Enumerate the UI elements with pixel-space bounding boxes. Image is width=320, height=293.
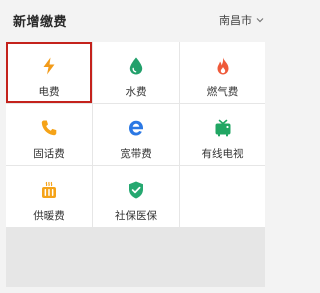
grid-item-landline[interactable]: 固话费 <box>6 104 92 165</box>
city-selector[interactable]: 南昌市 <box>219 12 264 28</box>
grid-item-label: 固话费 <box>33 148 65 160</box>
grid-item-label: 燃气费 <box>206 86 239 98</box>
shield-check-icon <box>126 180 146 200</box>
grid-item-water[interactable]: 水费 <box>93 42 179 103</box>
grid-item-label: 宽带费 <box>120 148 152 160</box>
grid-item-label: 电费 <box>38 86 60 98</box>
grid-item-electricity[interactable]: 电费 <box>6 42 92 103</box>
heater-icon <box>39 180 59 200</box>
water-drop-icon <box>126 56 146 76</box>
lightning-icon <box>39 56 59 76</box>
chevron-down-icon <box>256 16 264 24</box>
grid-item-cable-tv[interactable]: 有线电视 <box>180 104 265 165</box>
header: 新增缴费 南昌市 <box>0 0 270 40</box>
payment-grid: 电费 水费 燃气费 固话费 宽带费 有线电视 供暖费 社保医保 <box>6 42 265 287</box>
grid-item-label: 有线电视 <box>201 148 244 160</box>
grid-item-social-insurance[interactable]: 社保医保 <box>93 166 179 227</box>
browser-e-icon <box>126 118 146 138</box>
tv-icon <box>213 118 233 138</box>
grid-item-label: 供暖费 <box>33 210 65 222</box>
payment-page: 新增缴费 南昌市 电费 水费 燃气费 固话费 宽带费 有线电视 供暖费 社保医保 <box>0 0 270 293</box>
flame-icon <box>213 56 233 76</box>
grid-item-label: 社保医保 <box>115 210 157 222</box>
grid-item-broadband[interactable]: 宽带费 <box>93 104 179 165</box>
page-title: 新增缴费 <box>13 15 68 30</box>
grid-item-heating[interactable]: 供暖费 <box>6 166 92 227</box>
city-label: 南昌市 <box>219 14 252 27</box>
grid-item-gas[interactable]: 燃气费 <box>180 42 265 103</box>
phone-icon <box>39 118 59 138</box>
grid-item-label: 水费 <box>125 86 147 98</box>
grid-empty-cell <box>180 166 265 227</box>
